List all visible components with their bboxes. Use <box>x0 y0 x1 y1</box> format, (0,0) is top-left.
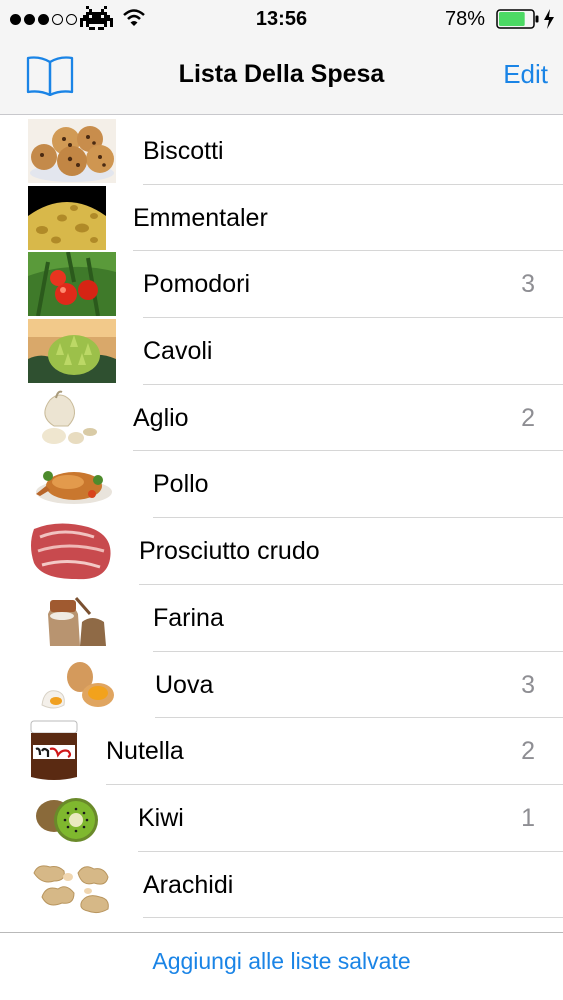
list-item[interactable]: Pomodori 3 <box>0 251 563 319</box>
charging-bolt-icon <box>544 9 554 29</box>
list-item[interactable]: Uova 3 <box>0 652 563 719</box>
list-item[interactable]: Cavoli <box>0 318 563 385</box>
arachidi-thumbnail <box>28 852 116 917</box>
item-name: Farina <box>153 603 224 632</box>
screen: 13:56 78% Lista Della Spesa Edit Biscott… <box>0 0 563 1000</box>
item-name: Prosciutto crudo <box>139 537 320 566</box>
item-name: Uova <box>155 670 214 699</box>
battery-percentage: 78% <box>445 8 486 30</box>
battery-icon <box>496 9 539 29</box>
item-name: Nutella <box>106 737 184 766</box>
row-separator <box>143 917 563 919</box>
biscotti-thumbnail <box>28 119 116 183</box>
item-count: 1 <box>521 803 535 832</box>
nutella-thumbnail <box>28 719 80 784</box>
list-item[interactable]: Emmentaler <box>0 185 563 252</box>
farina-thumbnail <box>28 585 116 650</box>
list-item[interactable]: Prosciutto crudo <box>0 518 563 585</box>
pollo-thumbnail <box>28 452 116 517</box>
status-bar: 13:56 78% <box>0 0 563 38</box>
item-name: Biscotti <box>143 137 224 165</box>
item-name: Pollo <box>153 470 209 499</box>
list-item[interactable]: Farina <box>0 585 563 652</box>
item-count: 3 <box>521 670 535 699</box>
aglio-thumbnail <box>28 385 116 450</box>
item-name: Arachidi <box>143 870 234 899</box>
cavoli-thumbnail <box>28 319 116 384</box>
emmentaler-thumbnail <box>28 185 106 250</box>
kiwi-thumbnail <box>28 785 116 850</box>
item-name: Cavoli <box>143 337 213 366</box>
item-name: Emmentaler <box>133 203 268 232</box>
add-to-saved-lists-button[interactable]: Aggiungi alle liste salvate <box>0 948 563 975</box>
list-item[interactable]: Kiwi 1 <box>0 785 563 852</box>
navigation-bar: Lista Della Spesa Edit <box>0 38 563 115</box>
edit-button[interactable]: Edit <box>503 59 548 90</box>
uova-thumbnail <box>28 652 116 717</box>
list-item[interactable]: Biscotti <box>0 118 563 185</box>
shopping-list: Biscotti Emmentaler Pomodori 3 Cavoli Ag… <box>0 118 563 919</box>
prosciutto-thumbnail <box>28 519 116 584</box>
item-count: 2 <box>521 737 535 766</box>
item-name: Kiwi <box>138 803 184 832</box>
list-item[interactable]: Arachidi <box>0 852 563 919</box>
item-name: Pomodori <box>143 270 250 299</box>
list-item[interactable]: Nutella 2 <box>0 718 563 785</box>
page-title: Lista Della Spesa <box>178 60 385 88</box>
list-item[interactable]: Pollo <box>0 451 563 519</box>
item-count: 2 <box>521 403 535 432</box>
pomodori-thumbnail <box>28 252 116 317</box>
list-item[interactable]: Aglio 2 <box>0 385 563 452</box>
item-count: 3 <box>521 270 535 299</box>
footer-toolbar: Aggiungi alle liste salvate <box>0 933 563 1000</box>
item-name: Aglio <box>133 403 189 432</box>
